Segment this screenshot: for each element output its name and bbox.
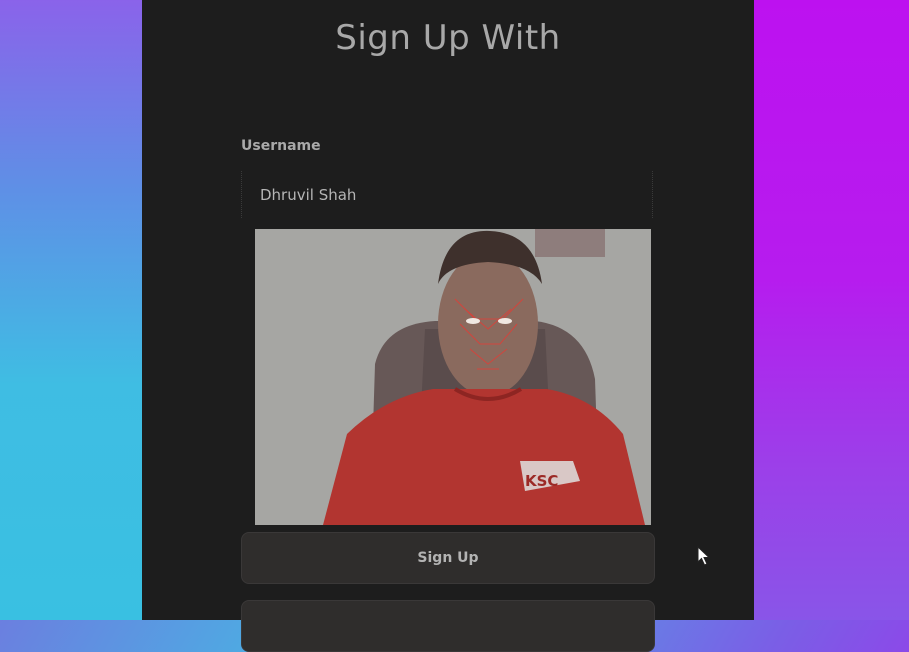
page-title: Sign Up With [335, 18, 561, 58]
webcam-frame-image: KSC [255, 229, 651, 525]
username-input[interactable]: Dhruvil Shah [241, 171, 653, 218]
sign-up-button[interactable]: Sign Up [241, 532, 655, 584]
svg-text:KSC: KSC [525, 472, 558, 490]
username-label: Username [241, 138, 321, 154]
username-value: Dhruvil Shah [260, 185, 357, 204]
secondary-button[interactable] [241, 600, 655, 652]
background-gradient-right [754, 0, 909, 620]
signup-panel: Sign Up With Username Dhruvil Shah KSC S… [142, 0, 754, 652]
background-gradient-left [0, 0, 142, 620]
webcam-preview: KSC [255, 229, 651, 525]
mouse-pointer-icon [697, 546, 711, 566]
